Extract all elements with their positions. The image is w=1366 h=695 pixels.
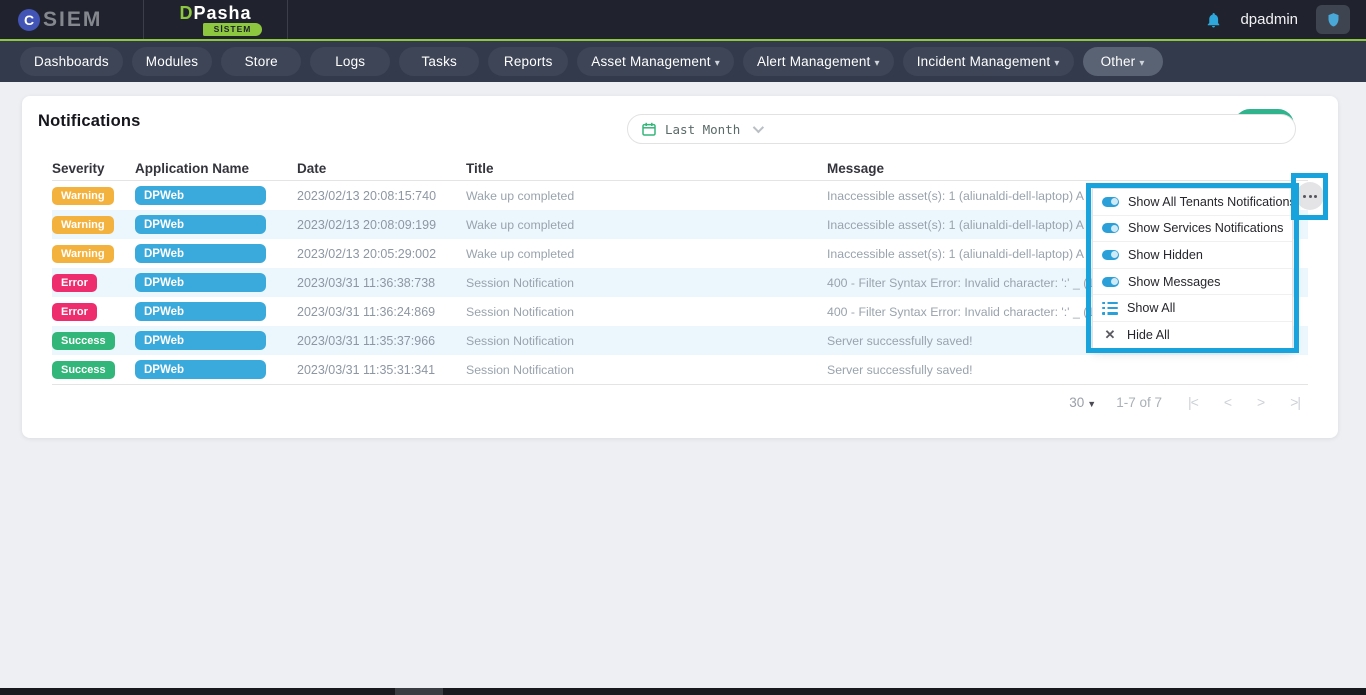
menu-item-label: Show Services Notifications: [1128, 221, 1283, 235]
application-badge: DPWeb: [135, 360, 266, 379]
application-badge: DPWeb: [135, 331, 266, 350]
cell-date: 2023/02/13 20:08:15:740: [297, 189, 466, 203]
column-header-message: Message: [827, 161, 1308, 176]
severity-badge: Warning: [52, 216, 114, 234]
table-header-row: SeverityApplication NameDateTitleMessage: [52, 156, 1308, 181]
siem-logo-text: SIEM: [43, 8, 102, 32]
nav-item-dashboards[interactable]: Dashboards: [20, 47, 123, 76]
pager-arrows: |< < > >|: [1188, 394, 1300, 410]
csiem-c-logo-icon: C: [18, 9, 40, 31]
dpasha-wordmark: DPasha: [179, 4, 251, 22]
severity-badge: Error: [52, 274, 97, 292]
caret-down-icon: ▼: [1087, 399, 1096, 409]
username-label: dpadmin: [1240, 11, 1298, 28]
cell-date: 2023/03/31 11:35:37:966: [297, 334, 466, 348]
menu-item-show-all-tenants-notifications[interactable]: Show All Tenants Notifications: [1093, 189, 1292, 216]
caret-down-icon: ▾: [875, 58, 880, 69]
chevron-down-icon: [753, 122, 764, 133]
toggle-on-icon: [1102, 277, 1119, 287]
last-page-button[interactable]: >|: [1290, 394, 1300, 410]
toggle-on-icon: [1102, 223, 1119, 233]
page-range-label: 1-7 of 7: [1116, 395, 1162, 410]
main-navigation: Dashboards Modules Store Logs Tasks Reports As…: [0, 39, 1366, 82]
cell-title: Session Notification: [466, 276, 827, 290]
topbar-right: dpadmin: [1205, 5, 1366, 34]
nav-item-other[interactable]: Other▾: [1083, 47, 1163, 76]
first-page-button[interactable]: |<: [1188, 394, 1198, 410]
date-filter-value: Last Month: [665, 122, 740, 137]
list-icon: [1102, 302, 1118, 315]
caret-down-icon: ▾: [1054, 58, 1059, 69]
nav-item-asset-management[interactable]: Asset Management▾: [577, 47, 734, 76]
pagination: 30▼ 1-7 of 7 |< < > >|: [1069, 394, 1300, 410]
menu-item-show-all[interactable]: Show All: [1093, 295, 1292, 322]
cell-date: 2023/03/31 11:36:24:869: [297, 305, 466, 319]
next-page-button[interactable]: >: [1257, 394, 1264, 410]
cell-message: Server successfully saved!: [827, 363, 1308, 377]
csiem-logo: C SIEM: [0, 0, 144, 39]
menu-item-label: Show Hidden: [1128, 248, 1203, 262]
application-badge: DPWeb: [135, 244, 266, 263]
menu-item-label: Show All: [1127, 301, 1175, 315]
more-options-button[interactable]: [1296, 182, 1324, 210]
cell-title: Session Notification: [466, 334, 827, 348]
menu-item-show-hidden[interactable]: Show Hidden: [1093, 242, 1292, 269]
sistem-badge: SİSTEM: [203, 23, 263, 36]
menu-item-label: Show Messages: [1128, 275, 1220, 289]
cell-date: 2023/02/13 20:05:29:002: [297, 247, 466, 261]
column-header-severity: Severity: [52, 161, 135, 176]
toggle-on-icon: [1102, 197, 1119, 207]
severity-badge: Success: [52, 361, 115, 379]
nav-item-tasks[interactable]: Tasks: [399, 47, 479, 76]
date-range-filter[interactable]: Last Month: [627, 114, 1296, 144]
column-header-date: Date: [297, 161, 466, 176]
close-icon: ✕: [1102, 327, 1118, 343]
dpasha-logo: DPasha SİSTEM: [144, 0, 288, 39]
cell-title: Session Notification: [466, 363, 827, 377]
notifications-options-menu: Show All Tenants Notifications Show Servi…: [1092, 188, 1293, 350]
page-size-select[interactable]: 30▼: [1069, 395, 1096, 410]
application-badge: DPWeb: [135, 215, 266, 234]
bottom-edge-bar: [0, 688, 1366, 695]
page-title: Notifications: [38, 112, 141, 131]
severity-badge: Success: [52, 332, 115, 350]
nav-item-incident-management[interactable]: Incident Management▾: [903, 47, 1074, 76]
menu-item-label: Show All Tenants Notifications: [1128, 195, 1296, 209]
application-badge: DPWeb: [135, 302, 266, 321]
prev-page-button[interactable]: <: [1224, 394, 1231, 410]
table-row[interactable]: Success DPWeb 2023/03/31 11:35:31:341Sessi…: [52, 355, 1308, 384]
profile-shield-button[interactable]: [1316, 5, 1350, 34]
column-header-application-name: Application Name: [135, 161, 297, 176]
severity-badge: Warning: [52, 187, 114, 205]
nav-item-alert-management[interactable]: Alert Management▾: [743, 47, 894, 76]
application-badge: DPWeb: [135, 273, 266, 292]
caret-down-icon: ▾: [1139, 58, 1144, 69]
column-header-title: Title: [466, 161, 827, 176]
severity-badge: Error: [52, 303, 97, 321]
menu-item-show-services-notifications[interactable]: Show Services Notifications: [1093, 216, 1292, 243]
bell-icon[interactable]: [1205, 11, 1222, 29]
menu-item-label: Hide All: [1127, 328, 1170, 342]
toggle-on-icon: [1102, 250, 1119, 260]
nav-item-logs[interactable]: Logs: [310, 47, 390, 76]
cell-title: Session Notification: [466, 305, 827, 319]
cell-date: 2023/03/31 11:36:38:738: [297, 276, 466, 290]
menu-item-show-messages[interactable]: Show Messages: [1093, 269, 1292, 296]
cell-title: Wake up completed: [466, 247, 827, 261]
cell-title: Wake up completed: [466, 189, 827, 203]
caret-down-icon: ▾: [715, 58, 720, 69]
nav-item-modules[interactable]: Modules: [132, 47, 212, 76]
page-body: Notifications Last Month SeverityApplica…: [0, 82, 1366, 695]
severity-badge: Warning: [52, 245, 114, 263]
cell-date: 2023/02/13 20:08:09:199: [297, 218, 466, 232]
application-badge: DPWeb: [135, 186, 266, 205]
cell-date: 2023/03/31 11:35:31:341: [297, 363, 466, 377]
nav-item-store[interactable]: Store: [221, 47, 301, 76]
nav-item-reports[interactable]: Reports: [488, 47, 568, 76]
menu-item-hide-all[interactable]: ✕ Hide All: [1093, 322, 1292, 349]
calendar-icon: [642, 122, 656, 136]
cell-title: Wake up completed: [466, 218, 827, 232]
top-bar: C SIEM DPasha SİSTEM dpadmin: [0, 0, 1366, 39]
